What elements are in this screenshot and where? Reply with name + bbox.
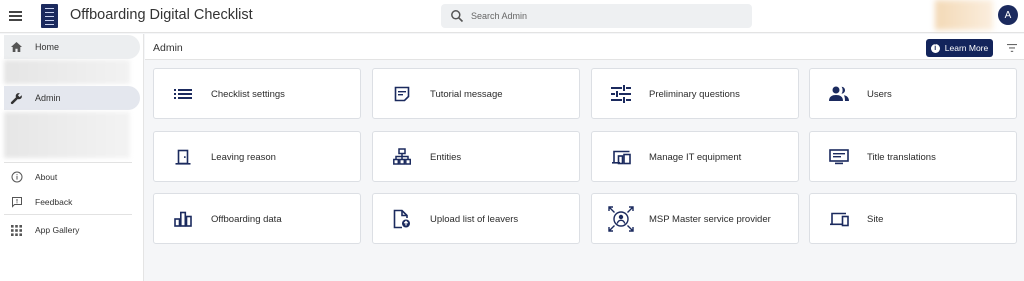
sidebar-item-label: Admin bbox=[35, 93, 61, 103]
subtitles-icon bbox=[826, 144, 852, 170]
card-msp-master-service-provider[interactable]: MSP Master service provider bbox=[591, 193, 799, 244]
page-header: Admin i Learn More bbox=[145, 34, 1024, 60]
file-upload-icon bbox=[389, 206, 415, 232]
bar-chart-icon bbox=[170, 206, 196, 232]
card-users[interactable]: Users bbox=[809, 68, 1017, 119]
divider bbox=[4, 214, 132, 215]
feedback-icon bbox=[10, 196, 23, 209]
blurred-region bbox=[4, 112, 130, 158]
door-icon bbox=[170, 144, 196, 170]
card-leaving-reason[interactable]: Leaving reason bbox=[153, 131, 361, 182]
card-offboarding-data[interactable]: Offboarding data bbox=[153, 193, 361, 244]
grid-icon bbox=[10, 224, 23, 237]
card-entities[interactable]: Entities bbox=[372, 131, 580, 182]
app-logo bbox=[41, 4, 58, 28]
home-icon bbox=[9, 40, 23, 54]
blurred-region bbox=[935, 0, 993, 30]
card-label: Preliminary questions bbox=[649, 89, 740, 100]
search-box[interactable] bbox=[441, 4, 752, 28]
page-title: Admin bbox=[153, 42, 183, 54]
info-icon bbox=[10, 171, 23, 184]
card-label: Leaving reason bbox=[211, 152, 276, 163]
card-label: Title translations bbox=[867, 152, 936, 163]
sidebar-item-app-gallery[interactable]: App Gallery bbox=[4, 221, 140, 239]
sidebar-item-admin[interactable]: Admin bbox=[4, 86, 140, 110]
search-input[interactable] bbox=[471, 7, 741, 25]
users-icon bbox=[826, 81, 852, 107]
sidebar-item-label: About bbox=[35, 172, 58, 182]
sidebar-item-label: Feedback bbox=[35, 197, 73, 207]
card-upload-list-of-leavers[interactable]: Upload list of leavers bbox=[372, 193, 580, 244]
learn-more-label: Learn More bbox=[944, 43, 989, 53]
note-icon bbox=[389, 81, 415, 107]
card-tutorial-message[interactable]: Tutorial message bbox=[372, 68, 580, 119]
card-label: Upload list of leavers bbox=[430, 214, 519, 225]
sidebar: Home Admin About Feedback App Gallery bbox=[0, 34, 144, 281]
card-checklist-settings[interactable]: Checklist settings bbox=[153, 68, 361, 119]
site-devices-icon bbox=[826, 206, 852, 232]
filter-icon[interactable] bbox=[1007, 44, 1017, 52]
sidebar-item-feedback[interactable]: Feedback bbox=[4, 193, 140, 211]
card-label: Tutorial message bbox=[430, 89, 503, 100]
main-content: Admin i Learn More Checklist settings Tu… bbox=[145, 34, 1024, 281]
card-site[interactable]: Site bbox=[809, 193, 1017, 244]
learn-more-button[interactable]: i Learn More bbox=[926, 39, 993, 57]
card-label: Manage IT equipment bbox=[649, 152, 742, 163]
wrench-icon bbox=[9, 91, 23, 105]
sliders-icon bbox=[608, 81, 634, 107]
info-icon: i bbox=[930, 43, 940, 53]
card-label: Site bbox=[867, 214, 884, 225]
blurred-region bbox=[4, 60, 130, 84]
divider bbox=[4, 162, 132, 163]
menu-icon[interactable] bbox=[9, 11, 22, 21]
avatar[interactable]: A bbox=[998, 5, 1018, 25]
card-label: Checklist settings bbox=[211, 89, 285, 100]
search-icon bbox=[451, 10, 464, 23]
sidebar-item-label: Home bbox=[35, 42, 60, 52]
card-label: Users bbox=[867, 89, 892, 100]
card-label: MSP Master service provider bbox=[649, 214, 771, 225]
card-label: Offboarding data bbox=[211, 214, 282, 225]
sidebar-item-about[interactable]: About bbox=[4, 168, 140, 186]
card-title-translations[interactable]: Title translations bbox=[809, 131, 1017, 182]
hierarchy-icon bbox=[389, 144, 415, 170]
card-preliminary-questions[interactable]: Preliminary questions bbox=[591, 68, 799, 119]
list-icon bbox=[170, 81, 196, 107]
msp-icon bbox=[608, 206, 634, 232]
top-app-bar: Offboarding Digital Checklist A bbox=[0, 0, 1024, 33]
card-label: Entities bbox=[430, 152, 462, 163]
devices-icon bbox=[608, 144, 634, 170]
sidebar-item-home[interactable]: Home bbox=[4, 35, 140, 59]
card-manage-it-equipment[interactable]: Manage IT equipment bbox=[591, 131, 799, 182]
app-title: Offboarding Digital Checklist bbox=[70, 7, 253, 23]
sidebar-item-label: App Gallery bbox=[35, 225, 80, 235]
